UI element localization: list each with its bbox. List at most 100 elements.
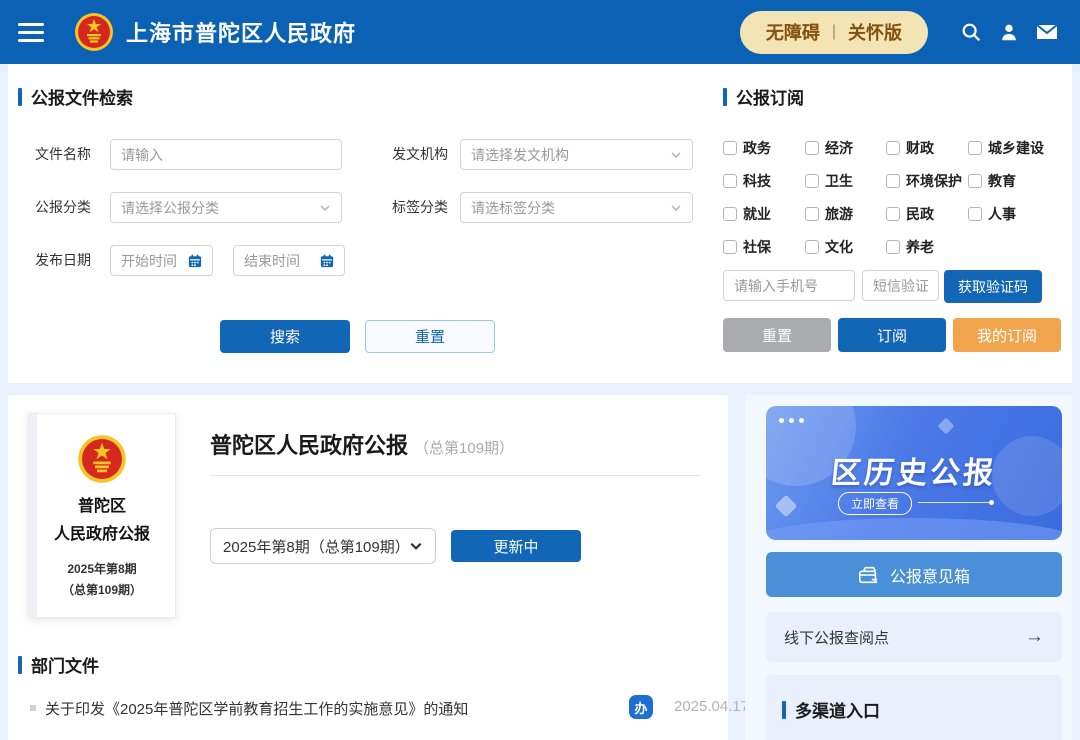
end-date-placeholder: 结束时间 <box>244 251 320 271</box>
subscribe-button[interactable]: 订阅 <box>838 318 946 352</box>
category-option[interactable]: 教育 <box>968 171 1068 191</box>
category-option[interactable]: 城乡建设 <box>968 138 1068 158</box>
gazette-sidebar: 区历史公报 立即查看 公报意见箱 线下公报查阅点 → 多渠道入口 <box>745 395 1072 740</box>
search-panel-title-text: 公报文件检索 <box>31 84 133 109</box>
category-option[interactable]: 就业 <box>723 204 805 224</box>
banner-decor-cube <box>775 495 798 518</box>
tag-category-select[interactable]: 请选标签分类 <box>460 192 693 223</box>
issuing-agency-label: 发文机构 <box>392 139 448 170</box>
checkbox[interactable] <box>723 141 737 155</box>
calendar-icon <box>320 254 334 268</box>
doc-list-item[interactable]: 关于印发《2025年普陀区学前教育招生工作的实施意见》的通知 办 2025.04… <box>30 695 720 721</box>
category-option[interactable]: 政务 <box>723 138 805 158</box>
category-option[interactable]: 财政 <box>886 138 968 158</box>
category-label: 人事 <box>988 204 1016 224</box>
menu-icon[interactable] <box>18 23 44 42</box>
checkbox[interactable] <box>886 240 900 254</box>
gazette-title: 普陀区人民政府公报（总第109期） <box>210 428 514 460</box>
checkbox[interactable] <box>805 207 819 221</box>
category-label: 经济 <box>825 138 853 158</box>
national-emblem-logo <box>74 12 114 52</box>
search-button[interactable]: 搜索 <box>220 320 350 353</box>
checkbox[interactable] <box>886 207 900 221</box>
category-label: 养老 <box>906 237 934 257</box>
national-emblem-icon <box>77 434 127 484</box>
checkbox[interactable] <box>723 174 737 188</box>
mail-icon[interactable] <box>1035 20 1059 44</box>
ban-app-badge-icon[interactable]: 办 <box>629 695 653 719</box>
doc-name-label: 文件名称 <box>35 139 91 170</box>
user-icon[interactable] <box>997 20 1021 44</box>
arrow-right-icon: → <box>1025 626 1044 648</box>
checkbox[interactable] <box>968 174 982 188</box>
title-accent-bar <box>782 701 786 719</box>
subscribe-category-grid: 政务 经济 财政 城乡建设 科技 卫生 环境保护 教育 就业 旅游 民政 人事 … <box>723 138 1068 257</box>
accessibility-label[interactable]: 无障碍 <box>766 19 820 45</box>
my-subscription-button[interactable]: 我的订阅 <box>953 318 1061 352</box>
doc-name-input[interactable] <box>110 139 342 170</box>
category-option[interactable]: 经济 <box>805 138 886 158</box>
category-option[interactable]: 人事 <box>968 204 1068 224</box>
category-option[interactable]: 卫生 <box>805 171 886 191</box>
checkbox[interactable] <box>723 240 737 254</box>
chevron-down-icon <box>670 202 682 214</box>
end-date-picker[interactable]: 结束时间 <box>233 245 345 276</box>
care-mode-label[interactable]: 关怀版 <box>848 19 902 45</box>
doc-title-link[interactable]: 关于印发《2025年普陀区学前教育招生工作的实施意见》的通知 <box>45 698 468 719</box>
category-option[interactable]: 文化 <box>805 237 886 257</box>
subscribe-panel-title: 公报订阅 <box>723 84 804 109</box>
checkbox[interactable] <box>723 207 737 221</box>
checkbox[interactable] <box>805 174 819 188</box>
offline-reading-points-link[interactable]: 线下公报查阅点 → <box>766 612 1062 662</box>
category-label: 财政 <box>906 138 934 158</box>
gazette-category-select[interactable]: 请选择公报分类 <box>110 192 342 223</box>
search-icon[interactable] <box>959 20 983 44</box>
category-label: 政务 <box>743 138 771 158</box>
sms-code-input[interactable] <box>862 270 939 301</box>
history-gazette-banner[interactable]: 区历史公报 立即查看 <box>766 406 1062 540</box>
category-label: 旅游 <box>825 204 853 224</box>
suggestion-box-label: 公报意见箱 <box>890 563 970 587</box>
gazette-cover[interactable]: 普陀区 人民政府公报 2025年第8期 （总第109期） <box>28 413 176 618</box>
publish-date-label: 发布日期 <box>35 245 91 276</box>
cover-district: 普陀区 <box>78 492 126 516</box>
suggestion-box-button[interactable]: 公报意见箱 <box>766 552 1062 597</box>
department-docs-title: 部门文件 <box>18 652 99 677</box>
category-option[interactable]: 环境保护 <box>886 171 968 191</box>
tag-category-placeholder: 请选标签分类 <box>471 198 670 218</box>
get-code-button[interactable]: 获取验证码 <box>944 270 1042 303</box>
search-panel-title: 公报文件检索 <box>18 84 133 109</box>
title-accent-bar <box>18 656 22 674</box>
category-option[interactable]: 旅游 <box>805 204 886 224</box>
reset-search-button[interactable]: 重置 <box>365 320 495 353</box>
multi-channel-title-text: 多渠道入口 <box>795 697 880 722</box>
checkbox[interactable] <box>805 240 819 254</box>
issue-select[interactable]: 2025年第8期（总第109期） <box>210 528 436 564</box>
category-option[interactable]: 科技 <box>723 171 805 191</box>
checkbox[interactable] <box>886 141 900 155</box>
subscribe-panel-title-text: 公报订阅 <box>736 84 804 109</box>
issuing-agency-select[interactable]: 请选择发文机构 <box>460 139 693 170</box>
title-accent-bar <box>18 88 22 106</box>
banner-cta-button[interactable]: 立即查看 <box>838 492 912 515</box>
category-label: 教育 <box>988 171 1016 191</box>
category-label: 社保 <box>743 237 771 257</box>
pill-divider: | <box>832 23 836 41</box>
update-status-button[interactable]: 更新中 <box>451 530 581 562</box>
category-option[interactable]: 社保 <box>723 237 805 257</box>
checkbox[interactable] <box>805 141 819 155</box>
gazette-title-suffix: （总第109期） <box>414 440 514 457</box>
chevron-down-icon <box>409 539 423 553</box>
cover-issue: 2025年第8期 <box>67 560 136 577</box>
category-option[interactable]: 养老 <box>886 237 968 257</box>
checkbox[interactable] <box>968 207 982 221</box>
banner-decor-cube <box>938 418 955 435</box>
start-date-picker[interactable]: 开始时间 <box>110 245 213 276</box>
phone-number-input[interactable] <box>723 270 855 301</box>
category-option[interactable]: 民政 <box>886 204 968 224</box>
checkbox[interactable] <box>968 141 982 155</box>
chevron-down-icon <box>670 149 682 161</box>
accessibility-pill[interactable]: 无障碍 | 关怀版 <box>740 11 928 54</box>
reset-subscribe-button[interactable]: 重置 <box>723 318 831 352</box>
checkbox[interactable] <box>886 174 900 188</box>
